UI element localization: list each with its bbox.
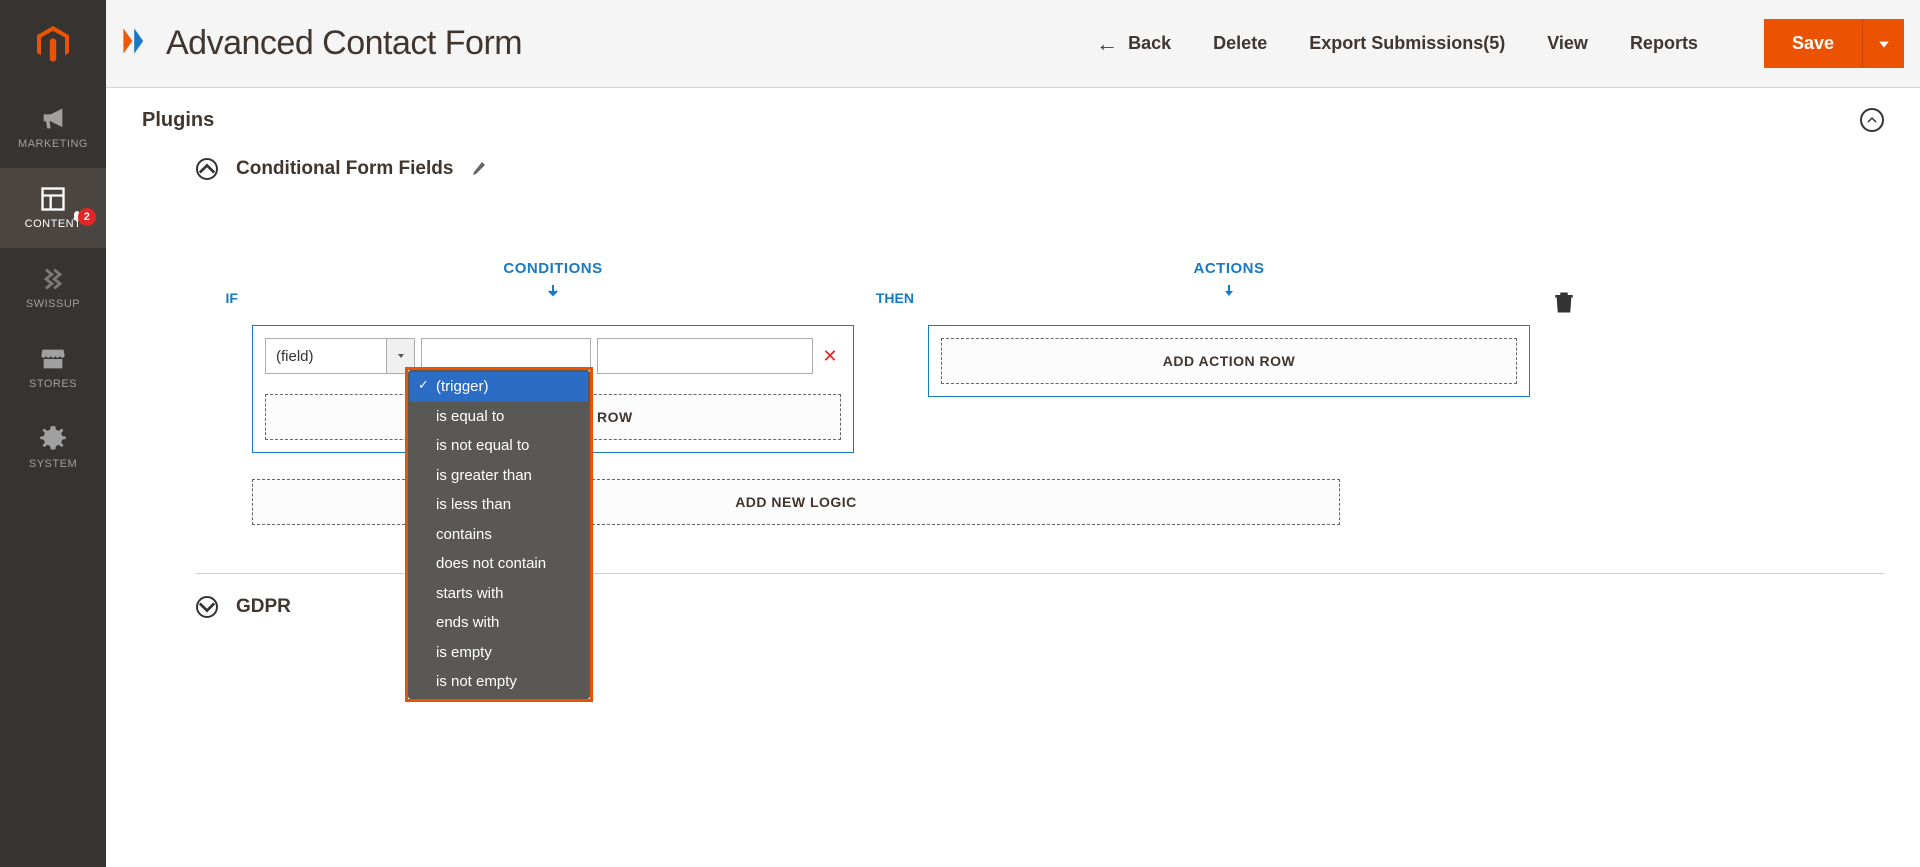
field-select-toggle[interactable] — [386, 339, 414, 373]
notification-badge: 2 — [78, 208, 96, 226]
reports-button[interactable]: Reports — [1630, 33, 1698, 54]
dropdown-option[interactable]: ends with — [410, 608, 588, 638]
sidebar-item-marketing[interactable]: MARKETING — [0, 88, 106, 168]
magento-logo[interactable] — [0, 0, 106, 88]
dropdown-option[interactable]: is not empty — [410, 667, 588, 697]
collapse-cff-button[interactable] — [196, 158, 218, 180]
save-dropdown-button[interactable] — [1862, 19, 1904, 68]
bullhorn-icon — [39, 106, 67, 132]
field-select[interactable]: (field) — [265, 338, 415, 374]
dropdown-option[interactable]: is equal to — [410, 402, 588, 432]
condition-value-input[interactable] — [597, 338, 813, 374]
dropdown-option[interactable]: starts with — [410, 579, 588, 609]
dropdown-option[interactable]: is not equal to — [410, 431, 588, 461]
view-button[interactable]: View — [1547, 33, 1588, 54]
arrow-left-icon: ← — [1096, 33, 1118, 55]
dropdown-option[interactable]: (trigger) — [410, 372, 588, 402]
sidebar-label: STORES — [29, 378, 77, 390]
chevron-up-icon — [198, 160, 216, 178]
if-label: IF — [196, 290, 238, 306]
sidebar-label: SYSTEM — [29, 458, 77, 470]
sidebar-item-stores[interactable]: STORES — [0, 328, 106, 408]
conditions-column-label: CONDITIONS — [503, 260, 602, 277]
export-submissions-button[interactable]: Export Submissions(5) — [1309, 33, 1505, 54]
sidebar-item-system[interactable]: SYSTEM — [0, 408, 106, 488]
sidebar-item-content[interactable]: CONTENT 2 — [0, 168, 106, 248]
dropdown-option[interactable]: contains — [410, 520, 588, 550]
gdpr-section-title: GDPR — [236, 596, 291, 618]
delete-button[interactable]: Delete — [1213, 33, 1267, 54]
then-label: THEN — [868, 290, 914, 306]
chevron-down-icon — [198, 598, 216, 616]
field-select-value: (field) — [266, 348, 386, 365]
cff-section-title: Conditional Form Fields — [236, 158, 453, 180]
gear-icon — [39, 426, 67, 452]
sidebar-label: MARKETING — [18, 138, 88, 150]
save-button[interactable]: Save — [1764, 19, 1862, 68]
trigger-select[interactable] — [421, 338, 591, 374]
sidebar-item-swissup[interactable]: SWISSUP — [0, 248, 106, 328]
back-label: Back — [1128, 33, 1171, 54]
triangle-down-icon — [1878, 38, 1890, 50]
dropdown-option[interactable]: is empty — [410, 638, 588, 668]
collapse-gdpr-button[interactable] — [196, 596, 218, 618]
remove-condition-button[interactable]: ✕ — [819, 345, 841, 367]
actions-container: ADD ACTION ROW — [928, 325, 1530, 397]
dropdown-option[interactable]: is greater than — [410, 461, 588, 491]
collapse-plugins-button[interactable] — [1860, 108, 1884, 132]
store-icon — [39, 346, 67, 372]
add-action-row-button[interactable]: ADD ACTION ROW — [941, 338, 1517, 384]
condition-row: (field) ✕ — [265, 338, 841, 374]
arrow-down-icon — [1221, 283, 1237, 299]
trigger-dropdown: (trigger) is equal to is not equal to is… — [408, 370, 590, 699]
actions-column-label: ACTIONS — [1194, 260, 1265, 277]
page-title: Advanced Contact Form — [166, 24, 522, 63]
layout-icon — [39, 186, 67, 212]
arrow-down-icon — [545, 283, 561, 299]
triangle-down-icon — [397, 352, 405, 360]
chevron-up-icon — [1867, 115, 1877, 125]
plugins-section-title: Plugins — [142, 109, 214, 132]
form-icon — [118, 23, 154, 64]
page-header: Advanced Contact Form ← Back Delete Expo… — [106, 0, 1920, 88]
back-button[interactable]: ← Back — [1096, 33, 1171, 55]
edit-icon[interactable] — [471, 161, 487, 177]
sidebar-label: SWISSUP — [26, 298, 80, 310]
dropdown-option[interactable]: does not contain — [410, 549, 588, 579]
delete-logic-button[interactable] — [1554, 290, 1574, 314]
swissup-icon — [39, 266, 67, 292]
admin-sidebar: MARKETING CONTENT 2 SWISSUP STORES SYSTE… — [0, 0, 106, 867]
dropdown-option[interactable]: is less than — [410, 490, 588, 520]
